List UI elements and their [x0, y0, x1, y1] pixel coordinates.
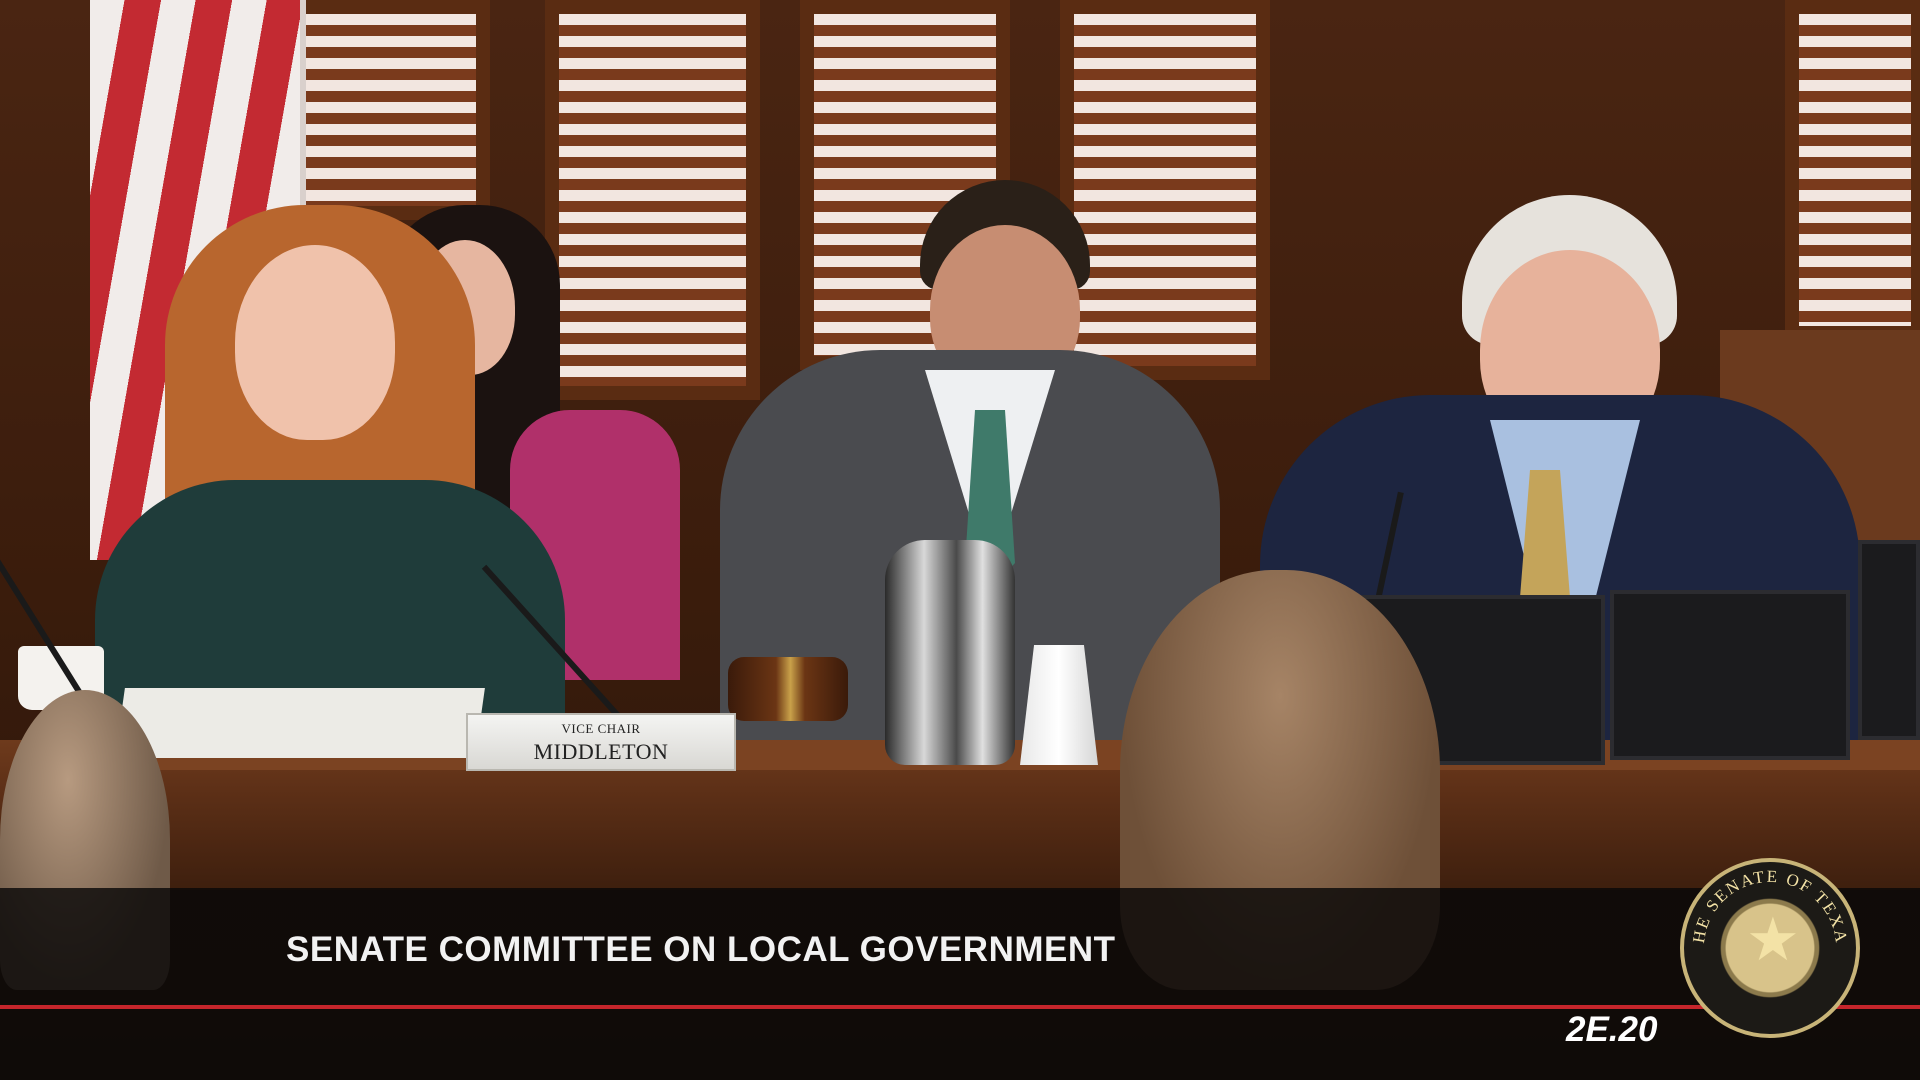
tablet-monitor	[1858, 540, 1920, 740]
window-shutter	[545, 0, 760, 400]
room-code: 2E.20	[1566, 1010, 1658, 1049]
star-icon: ★	[1746, 905, 1800, 975]
tablet-monitor	[1610, 590, 1850, 760]
video-frame: VICE CHAIR MIDDLETON SENATE COMMITTEE ON…	[0, 0, 1920, 1080]
coffee-carafe	[885, 540, 1015, 765]
lower-third-banner	[0, 888, 1920, 1080]
nameplate: VICE CHAIR MIDDLETON	[466, 713, 736, 771]
nameplate-title: VICE CHAIR	[561, 721, 641, 736]
gavel	[728, 657, 848, 721]
nameplate-name: MIDDLETON	[533, 739, 669, 764]
papers	[115, 688, 485, 758]
face	[235, 245, 395, 440]
window-shutter	[1785, 0, 1920, 340]
committee-title: SENATE COMMITTEE ON LOCAL GOVERNMENT	[286, 930, 1116, 969]
senate-of-texas-seal-icon: THE SENATE OF TEXAS ★	[1680, 858, 1860, 1038]
window-shutter	[290, 0, 490, 220]
window-shutter	[1060, 0, 1270, 380]
lower-third-accent-line	[0, 1005, 1920, 1009]
